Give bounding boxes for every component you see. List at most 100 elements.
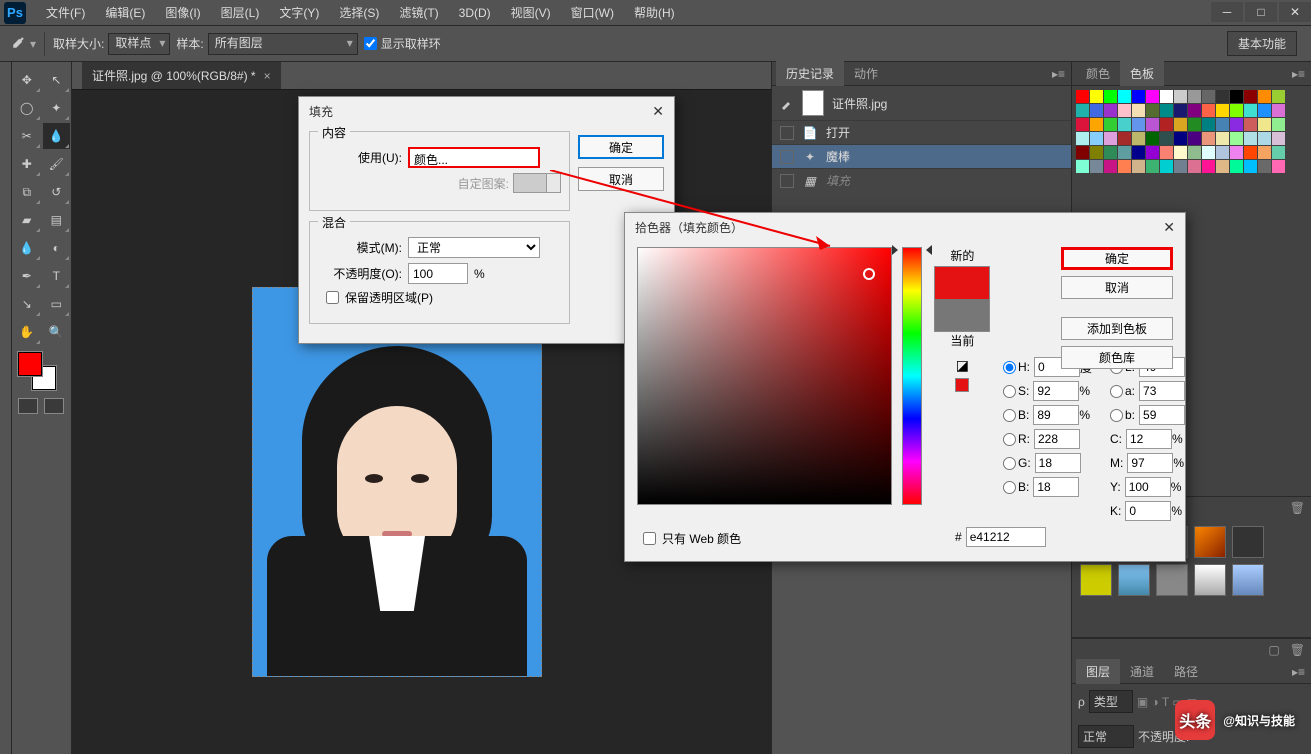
history-item-wand[interactable]: ✦魔棒 — [772, 144, 1071, 168]
preset-item[interactable] — [1118, 564, 1150, 596]
maximize-button[interactable]: □ — [1245, 2, 1277, 22]
color-cursor[interactable] — [863, 268, 875, 280]
swatch[interactable] — [1076, 90, 1089, 103]
swatch[interactable] — [1258, 146, 1271, 159]
swatch[interactable] — [1104, 132, 1117, 145]
swatch[interactable] — [1216, 132, 1229, 145]
swatch[interactable] — [1244, 132, 1257, 145]
tab-channels[interactable]: 通道 — [1120, 659, 1164, 684]
swatch[interactable] — [1230, 104, 1243, 117]
swatch[interactable] — [1244, 118, 1257, 131]
tab-history[interactable]: 历史记录 — [776, 61, 844, 86]
swatch[interactable] — [1258, 118, 1271, 131]
minimize-button[interactable]: ─ — [1211, 2, 1243, 22]
tab-swatches[interactable]: 色板 — [1120, 61, 1164, 86]
eraser-tool[interactable]: ▰ — [13, 207, 41, 233]
panel-menu-icon[interactable]: ▸≡ — [1286, 67, 1311, 81]
color-library-button[interactable]: 颜色库 — [1061, 346, 1173, 369]
picker-cancel-button[interactable]: 取消 — [1061, 276, 1173, 299]
panel-menu-icon[interactable]: ▸≡ — [1286, 665, 1311, 679]
new-icon[interactable]: ▢ — [1268, 643, 1279, 657]
swatch[interactable] — [1230, 160, 1243, 173]
swatch[interactable] — [1104, 160, 1117, 173]
swatch[interactable] — [1258, 132, 1271, 145]
foreground-color[interactable] — [18, 352, 42, 376]
swatch[interactable] — [1146, 90, 1159, 103]
swatch[interactable] — [1076, 104, 1089, 117]
hue-slider[interactable] — [902, 247, 922, 505]
swatch[interactable] — [1090, 160, 1103, 173]
swatch[interactable] — [1118, 146, 1131, 159]
menu-filter[interactable]: 滤镜(T) — [389, 4, 448, 21]
cancel-button[interactable]: 取消 — [578, 167, 664, 191]
swatch[interactable] — [1216, 160, 1229, 173]
swatch[interactable] — [1090, 104, 1103, 117]
close-tab-icon[interactable]: × — [264, 69, 271, 83]
swatch[interactable] — [1244, 160, 1257, 173]
move-tool[interactable]: ✥ — [13, 67, 41, 93]
r-radio[interactable] — [1003, 433, 1016, 446]
swatch[interactable] — [1216, 104, 1229, 117]
swatch[interactable] — [1118, 132, 1131, 145]
crop-tool[interactable]: ✂ — [13, 123, 41, 149]
m-input[interactable] — [1127, 453, 1173, 473]
picker-ok-button[interactable]: 确定 — [1061, 247, 1173, 270]
wand-tool[interactable]: ✦ — [43, 95, 71, 121]
swatch[interactable] — [1202, 132, 1215, 145]
swatch[interactable] — [1230, 146, 1243, 159]
swatch[interactable] — [1230, 118, 1243, 131]
swatch[interactable] — [1188, 146, 1201, 159]
swatch[interactable] — [1202, 90, 1215, 103]
tab-actions[interactable]: 动作 — [844, 61, 888, 86]
swatch[interactable] — [1188, 118, 1201, 131]
swatch[interactable] — [1160, 146, 1173, 159]
swatch[interactable] — [1076, 146, 1089, 159]
menu-type[interactable]: 文字(Y) — [269, 4, 329, 21]
path-tool[interactable]: ↘ — [13, 291, 41, 317]
swatch[interactable] — [1146, 104, 1159, 117]
show-ring-checkbox[interactable] — [364, 37, 377, 50]
swatch[interactable] — [1174, 118, 1187, 131]
preset-item[interactable] — [1232, 526, 1264, 558]
swatch[interactable] — [1188, 104, 1201, 117]
swatch[interactable] — [1132, 118, 1145, 131]
opacity-input[interactable] — [408, 263, 468, 284]
document-photo[interactable] — [252, 287, 542, 677]
menu-edit[interactable]: 编辑(E) — [95, 4, 155, 21]
sample-select[interactable]: 所有图层 — [208, 33, 358, 55]
bb-radio[interactable] — [1110, 409, 1123, 422]
type-tool[interactable]: T — [43, 263, 71, 289]
s-radio[interactable] — [1003, 385, 1016, 398]
lasso-tool[interactable]: ◯ — [13, 95, 41, 121]
b-radio[interactable] — [1003, 409, 1016, 422]
workspace-button[interactable]: 基本功能 — [1227, 31, 1297, 56]
websafe-swatch[interactable] — [955, 378, 969, 392]
menu-image[interactable]: 图像(I) — [155, 4, 210, 21]
ok-button[interactable]: 确定 — [578, 135, 664, 159]
zoom-tool[interactable]: 🔍 — [43, 319, 71, 345]
g-radio[interactable] — [1003, 457, 1016, 470]
shape-tool[interactable]: ▭ — [43, 291, 71, 317]
b2-input[interactable] — [1033, 477, 1079, 497]
swatch[interactable] — [1090, 132, 1103, 145]
tab-layers[interactable]: 图层 — [1076, 659, 1120, 684]
h-radio[interactable] — [1003, 361, 1016, 374]
swatch[interactable] — [1272, 90, 1285, 103]
use-select[interactable]: 颜色... — [408, 147, 540, 168]
swatch[interactable] — [1104, 90, 1117, 103]
swatch[interactable] — [1160, 90, 1173, 103]
quickmask-toggle[interactable] — [18, 398, 38, 414]
eyedropper-tool[interactable]: 💧 — [43, 123, 71, 149]
swatch[interactable] — [1202, 118, 1215, 131]
k-input[interactable] — [1125, 501, 1171, 521]
swatch[interactable] — [1272, 104, 1285, 117]
color-swap[interactable] — [18, 352, 56, 390]
menu-file[interactable]: 文件(F) — [36, 4, 95, 21]
swatch[interactable] — [1104, 118, 1117, 131]
bb-input[interactable] — [1139, 405, 1185, 425]
preset-item[interactable] — [1194, 526, 1226, 558]
swatch[interactable] — [1272, 118, 1285, 131]
swatch[interactable] — [1146, 132, 1159, 145]
menu-select[interactable]: 选择(S) — [329, 4, 389, 21]
history-source[interactable]: 证件照.jpg — [772, 86, 1071, 120]
